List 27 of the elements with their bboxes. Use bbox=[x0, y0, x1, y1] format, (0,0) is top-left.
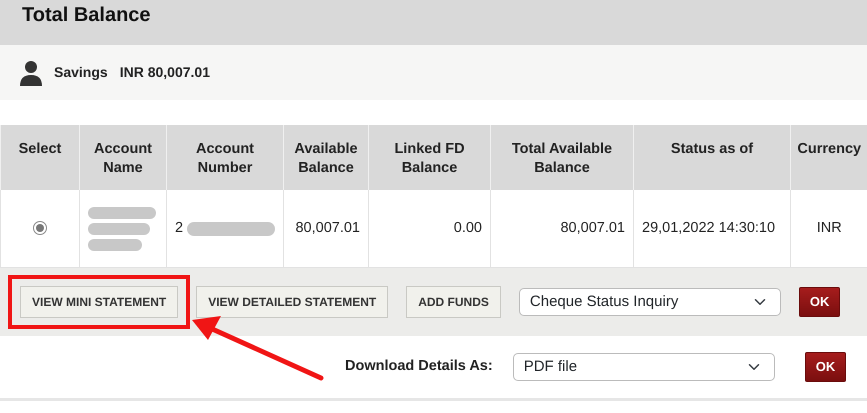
account-type: Savings bbox=[54, 63, 108, 82]
column-header: Status as of bbox=[670, 141, 754, 157]
download-label: Download Details As: bbox=[345, 357, 493, 376]
column-header: Currency bbox=[797, 141, 862, 157]
table-cell: 80,007.01 bbox=[560, 220, 625, 236]
account-balance: INR 80,007.01 bbox=[120, 63, 210, 82]
person-icon bbox=[20, 60, 42, 86]
account-number: 2 bbox=[175, 218, 184, 238]
table-cell: 0.00 bbox=[454, 220, 482, 236]
radio-button[interactable] bbox=[33, 220, 47, 235]
column-header: Total Available Balance bbox=[512, 141, 612, 176]
file-format-select[interactable]: PDF file bbox=[512, 353, 775, 381]
ok-button[interactable]: OK bbox=[804, 352, 846, 382]
column-header: Available Balance bbox=[294, 141, 358, 176]
action-button[interactable]: VIEW MINI STATEMENT bbox=[20, 286, 178, 318]
action-button[interactable]: VIEW DETAILED STATEMENT bbox=[196, 286, 388, 318]
table-cell: 29,01,2022 14:30:10 bbox=[642, 220, 776, 236]
table-cell: INR bbox=[816, 220, 842, 236]
column-header: Select bbox=[18, 141, 62, 157]
table-cell: 80,007.01 bbox=[295, 220, 360, 236]
page-title: Total Balance bbox=[22, 3, 151, 27]
inquiry-select[interactable]: Cheque Status Inquiry bbox=[518, 288, 781, 316]
ok-button[interactable]: OK bbox=[798, 287, 840, 317]
action-button[interactable]: ADD FUNDS bbox=[406, 286, 501, 318]
column-header: Linked FD Balance bbox=[394, 141, 465, 176]
column-header: Account Number bbox=[196, 141, 254, 176]
column-header: Account Name bbox=[94, 141, 152, 176]
